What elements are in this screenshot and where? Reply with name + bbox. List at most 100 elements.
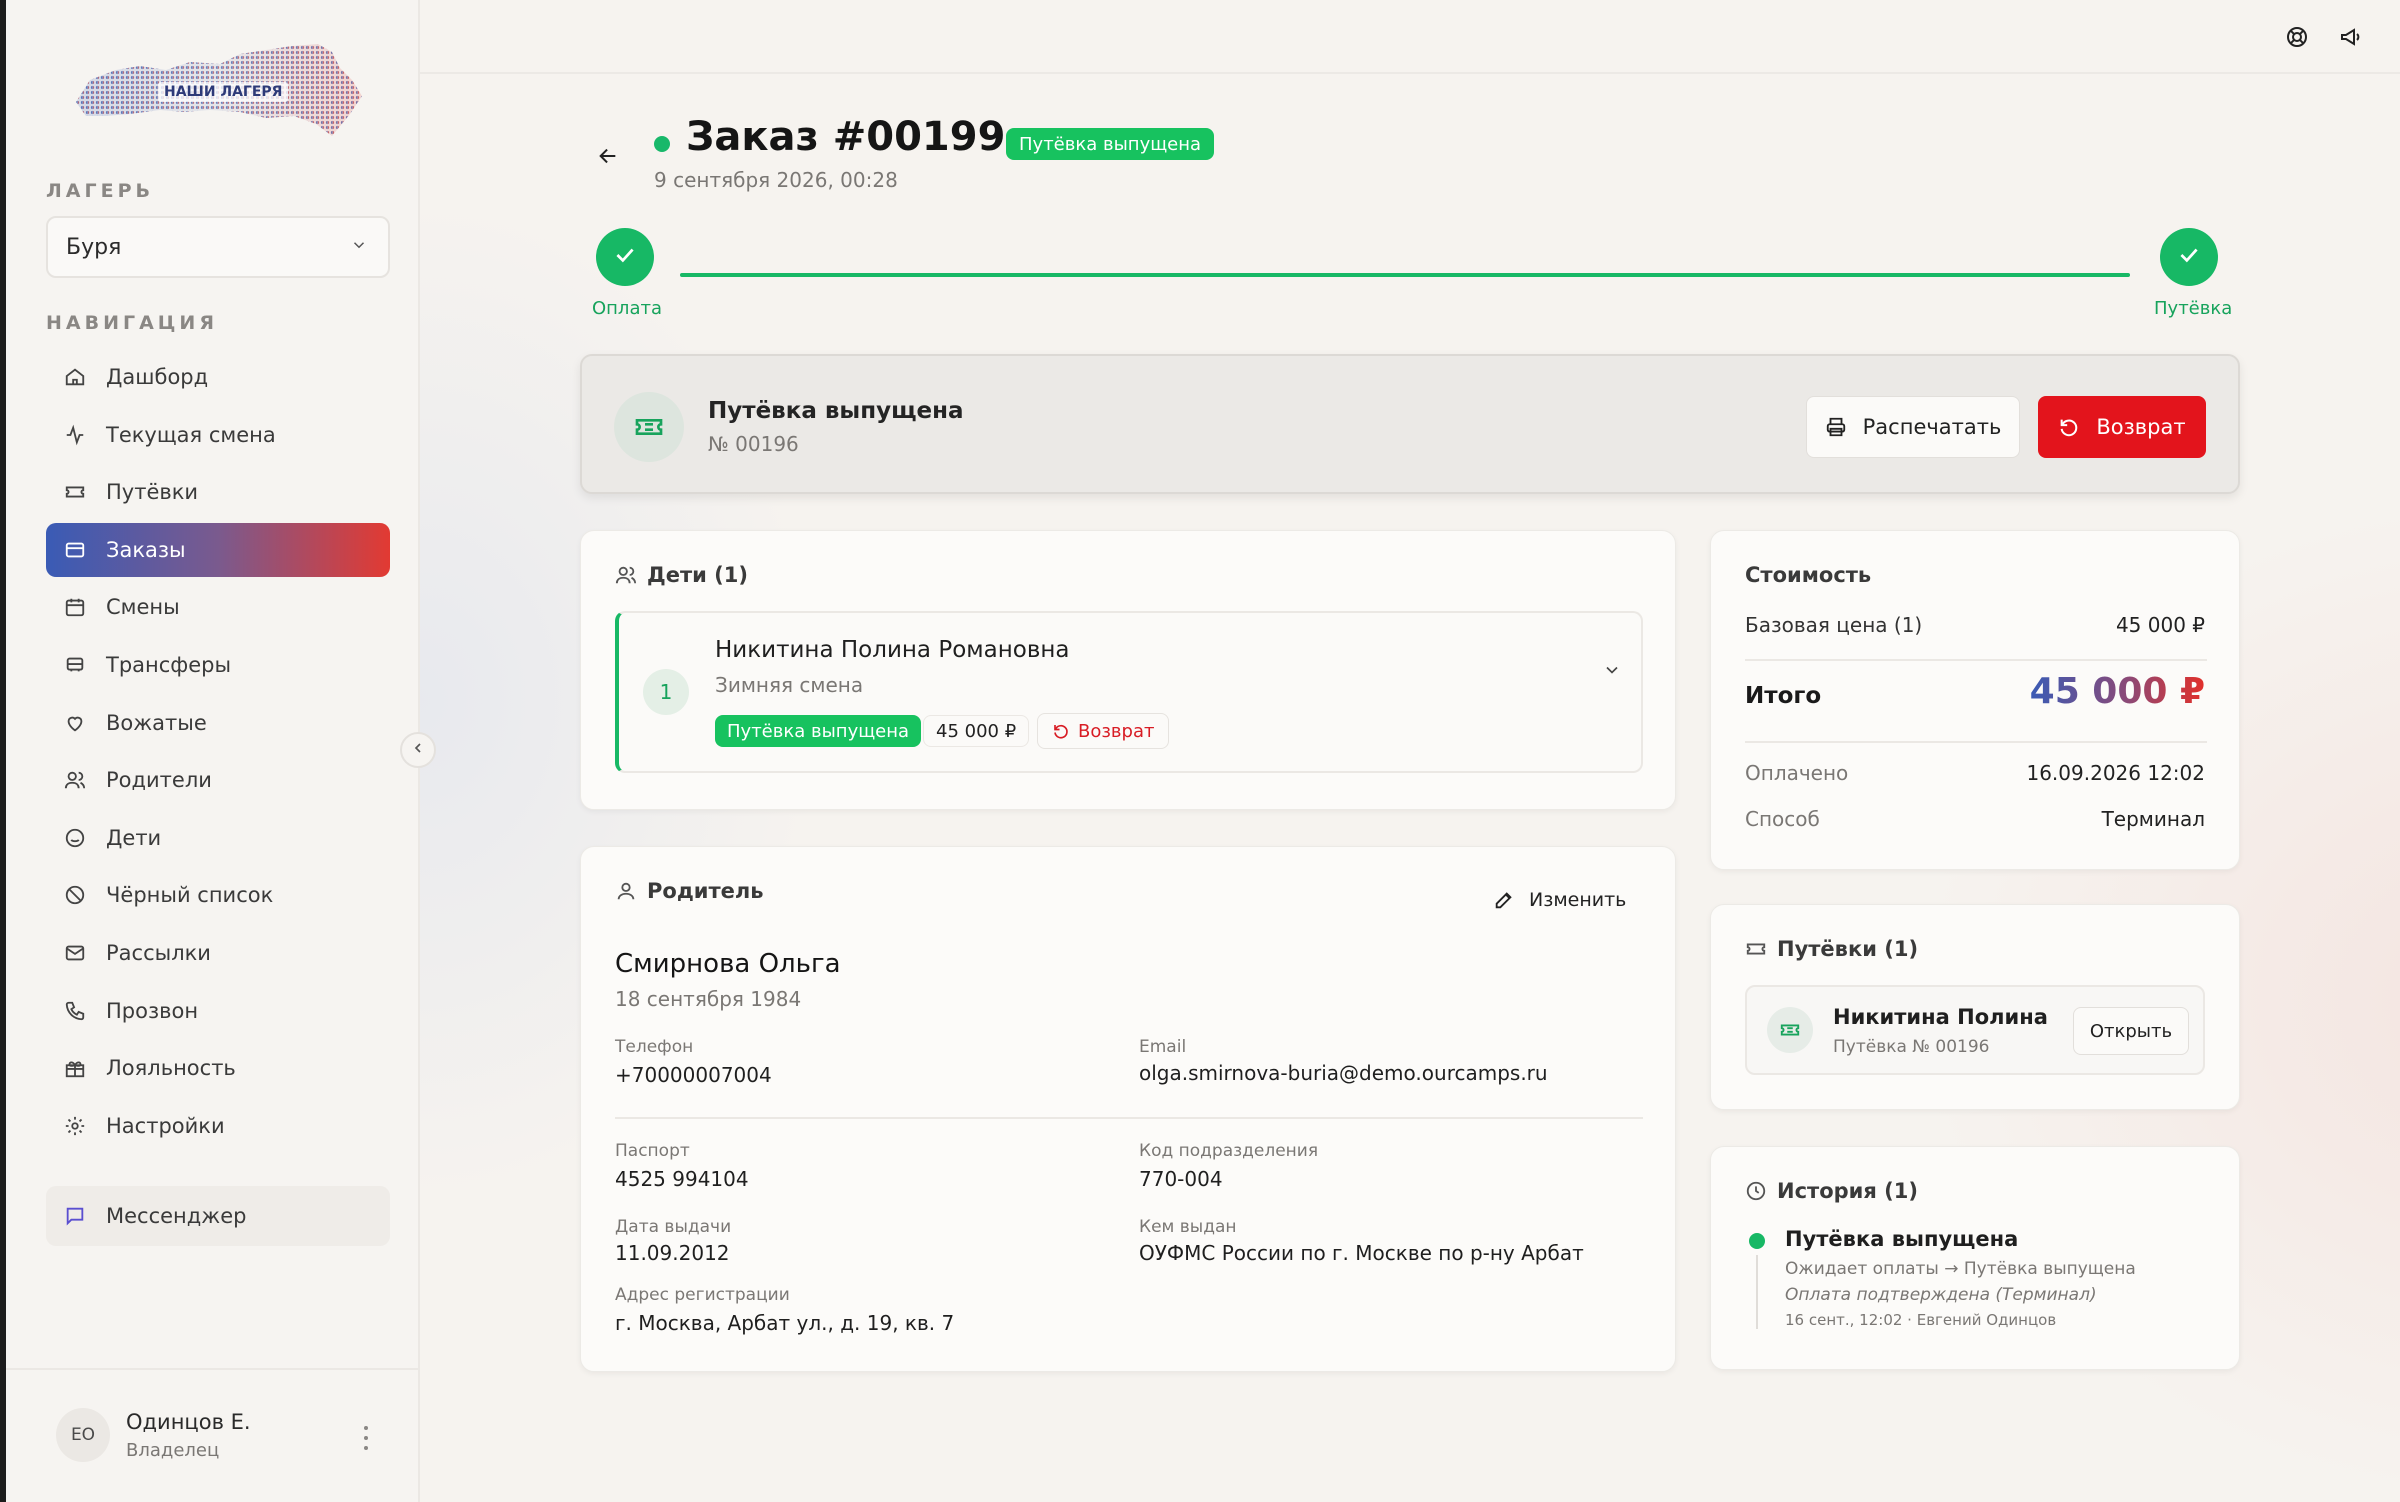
child-price-badge: 45 000 ₽	[923, 715, 1030, 747]
brand-logo[interactable]: НАШИ ЛАГЕРЯ	[70, 40, 366, 148]
sidebar-item-parents[interactable]: Родители	[46, 753, 390, 807]
ticket-icon	[1767, 1007, 1813, 1053]
voucher-number: Путёвка № 00196	[1833, 1037, 1990, 1057]
sidebar-item-children[interactable]: Дети	[46, 811, 390, 865]
megaphone-icon[interactable]	[2336, 22, 2366, 52]
sidebar-item-label: Рассылки	[106, 940, 211, 965]
sidebar-item-dashboard[interactable]: Дашборд	[46, 350, 390, 404]
sidebar-item-label: Заказы	[106, 537, 186, 562]
sidebar-item-shifts[interactable]: Смены	[46, 580, 390, 634]
sidebar-item-orders[interactable]: Заказы	[46, 522, 390, 577]
division-code-value: 770-004	[1139, 1167, 1223, 1191]
method-label: Способ	[1745, 807, 1820, 831]
print-button-label: Распечатать	[1862, 415, 2002, 439]
banner-title: Путёвка выпущена	[708, 398, 964, 424]
child-name: Никитина Полина Романовна	[715, 637, 1070, 663]
division-code-label: Код подразделения	[1139, 1141, 1319, 1161]
child-refund-label: Возврат	[1078, 720, 1155, 742]
sidebar-item-counselors[interactable]: Вожатые	[46, 696, 390, 750]
sidebar-item-vouchers[interactable]: Путёвки	[46, 465, 390, 519]
sidebar-item-transfers[interactable]: Трансферы	[46, 638, 390, 692]
gear-icon	[62, 1113, 88, 1139]
app-root: НАШИ ЛАГЕРЯ ЛАГЕРЬ Буря НАВИГАЦИЯ Дашбор…	[0, 0, 2400, 1502]
cost-card: Стоимость Базовая цена (1) 45 000 ₽ Итог…	[1710, 530, 2240, 870]
sidebar-item-label: Смены	[106, 595, 180, 620]
voucher-list-item: Никитина Полина Путёвка № 00196 Открыть	[1745, 985, 2205, 1075]
sidebar-item-label: Прозвон	[106, 998, 199, 1023]
chevron-down-icon[interactable]	[1597, 655, 1627, 685]
card-icon	[62, 537, 88, 563]
total-label: Итого	[1745, 683, 1822, 709]
printer-icon	[1825, 416, 1847, 438]
paid-label: Оплачено	[1745, 761, 1849, 785]
child-refund-button[interactable]: Возврат	[1037, 713, 1170, 749]
sidebar-item-label: Дети	[106, 825, 162, 850]
camp-select[interactable]: Буря	[46, 216, 390, 278]
sidebar-item-messenger[interactable]: Мессенджер	[46, 1186, 390, 1246]
arrow-left-icon	[597, 145, 619, 171]
address-value: г. Москва, Арбат ул., д. 19, кв. 7	[615, 1311, 955, 1335]
history-card: История (1) Путёвка выпущена Ожидает опл…	[1710, 1146, 2240, 1370]
messenger-label: Мессенджер	[106, 1204, 247, 1228]
edit-parent-button[interactable]: Изменить	[1493, 889, 1626, 911]
user-block[interactable]: ЕО Одинцов Е. Владелец	[6, 1368, 418, 1502]
users-icon	[62, 767, 88, 793]
user-icon	[615, 880, 637, 902]
more-vertical-icon[interactable]	[358, 1426, 374, 1450]
step-voucher-label: Путёвка	[2154, 298, 2233, 319]
total-value: 45 000 ₽	[2029, 671, 2205, 712]
page-title: Заказ #00199	[686, 114, 1006, 160]
cost-card-title: Стоимость	[1745, 563, 1872, 587]
vouchers-card-title: Путёвки (1)	[1745, 937, 1918, 961]
chevron-left-icon	[410, 740, 426, 760]
issue-date-label: Дата выдачи	[615, 1217, 732, 1237]
history-event-note: Оплата подтверждена (Терминал)	[1785, 1285, 2097, 1305]
refund-button[interactable]: Возврат	[2038, 396, 2206, 458]
email-value[interactable]: olga.smirnova-buria@demo.ourcamps.ru	[1139, 1061, 1548, 1085]
user-name: Одинцов Е.	[126, 1410, 251, 1434]
chevron-down-icon	[350, 235, 368, 260]
vouchers-title-text: Путёвки (1)	[1777, 937, 1919, 961]
sidebar-item-current-shift[interactable]: Текущая смена	[46, 408, 390, 462]
sidebar-item-label: Дашборд	[106, 365, 209, 389]
print-button[interactable]: Распечатать	[1806, 396, 2020, 458]
help-icon[interactable]	[2282, 22, 2312, 52]
phone-value[interactable]: +70000007004	[615, 1063, 772, 1087]
paid-value: 16.09.2026 12:02	[2026, 761, 2205, 785]
children-card-title: Дети (1)	[615, 563, 748, 587]
child-row[interactable]: 1 Никитина Полина Романовна Зимняя смена…	[615, 611, 1643, 773]
base-price-label: Базовая цена (1)	[1745, 613, 1923, 637]
phone-label: Телефон	[615, 1037, 694, 1057]
sidebar-item-settings[interactable]: Настройки	[46, 1099, 390, 1153]
step-payment-indicator	[596, 228, 654, 286]
main-content: Заказ #00199 Путёвка выпущена 9 сентября…	[420, 0, 2400, 1502]
back-button[interactable]	[592, 142, 624, 174]
voucher-issued-banner: Путёвка выпущена № 00196 Распечатать Воз…	[580, 354, 2240, 494]
sidebar-item-label: Родители	[106, 768, 212, 793]
pencil-icon	[1493, 889, 1515, 911]
sidebar-item-blacklist[interactable]: Чёрный список	[46, 868, 390, 922]
child-status-badge: Путёвка выпущена	[715, 715, 922, 747]
logo-text: НАШИ ЛАГЕРЯ	[158, 82, 289, 102]
history-event-transition: Ожидает оплаты → Путёвка выпущена	[1785, 1259, 2136, 1279]
vouchers-card: Путёвки (1) Никитина Полина Путёвка № 00…	[1710, 904, 2240, 1110]
top-bar	[420, 0, 2400, 74]
status-dot	[654, 136, 670, 152]
child-index: 1	[643, 669, 689, 715]
order-date: 9 сентября 2026, 00:28	[654, 168, 898, 192]
history-event-title: Путёвка выпущена	[1785, 1227, 2019, 1251]
open-voucher-button[interactable]: Открыть	[2073, 1007, 2189, 1055]
rotate-ccw-icon	[1052, 722, 1070, 740]
sidebar-item-label: Трансферы	[106, 652, 232, 677]
sidebar-item-loyalty[interactable]: Лояльность	[46, 1041, 390, 1095]
sidebar-item-calls[interactable]: Прозвон	[46, 984, 390, 1038]
voucher-holder-name: Никитина Полина	[1833, 1005, 2048, 1029]
chat-icon	[62, 1203, 88, 1229]
step-payment-label: Оплата	[592, 298, 662, 319]
history-timeline-line	[1756, 1255, 1758, 1329]
sidebar-collapse-button[interactable]	[400, 732, 436, 768]
mail-icon	[62, 940, 88, 966]
sidebar-item-mailings[interactable]: Рассылки	[46, 926, 390, 980]
smile-icon	[62, 825, 88, 851]
sidebar-item-label: Путёвки	[106, 480, 199, 505]
